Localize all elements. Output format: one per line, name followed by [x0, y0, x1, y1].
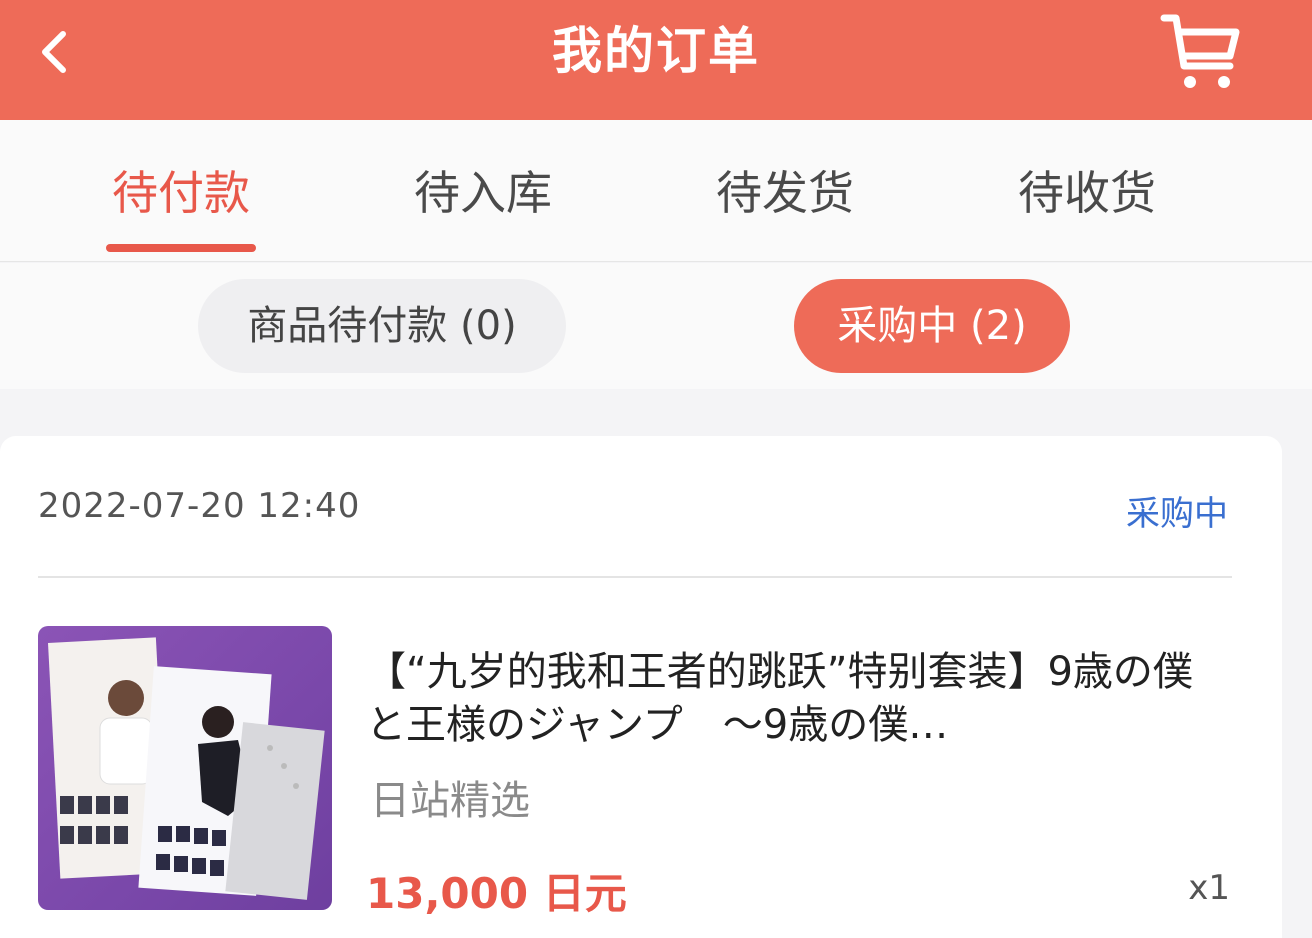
shopping-cart-icon: [1160, 14, 1240, 88]
order-card[interactable]: 2022-07-20 12:40 采购中 【“九岁的我和王者的跳跃”特别套装】9…: [0, 436, 1282, 938]
product-thumbnail[interactable]: [38, 626, 332, 910]
tab-pending-payment[interactable]: 待付款: [30, 158, 332, 228]
order-status-label: 采购中: [1126, 494, 1228, 534]
order-status-tabs: 待付款 待入库 待发货 待收货: [0, 120, 1312, 262]
filter-goods-pending-payment[interactable]: 商品待付款 (0): [198, 279, 566, 373]
product-image: [48, 637, 325, 900]
active-tab-indicator: [106, 244, 256, 252]
order-timestamp: 2022-07-20 12:40: [38, 486, 361, 526]
tab-pending-shipment[interactable]: 待发货: [634, 158, 936, 228]
page-title: 我的订单: [552, 22, 760, 80]
filter-purchasing[interactable]: 采购中 (2): [794, 279, 1070, 373]
divider: [38, 576, 1232, 578]
cart-button[interactable]: [1158, 10, 1244, 92]
tab-pending-receipt[interactable]: 待收货: [936, 158, 1238, 228]
store-tag: 日站精选: [370, 778, 530, 824]
product-quantity: x1: [1188, 868, 1230, 908]
tab-pending-warehouse[interactable]: 待入库: [332, 158, 634, 228]
product-price: 13,000 日元: [366, 869, 627, 918]
top-bar: 我的订单: [0, 0, 1312, 120]
product-title[interactable]: 【“九岁的我和王者的跳跃”特别套装】9歳の僕と王様のジャンプ ～9歳の僕…: [366, 646, 1216, 756]
sub-filter-bar: 商品待付款 (0) 采购中 (2): [0, 263, 1312, 389]
